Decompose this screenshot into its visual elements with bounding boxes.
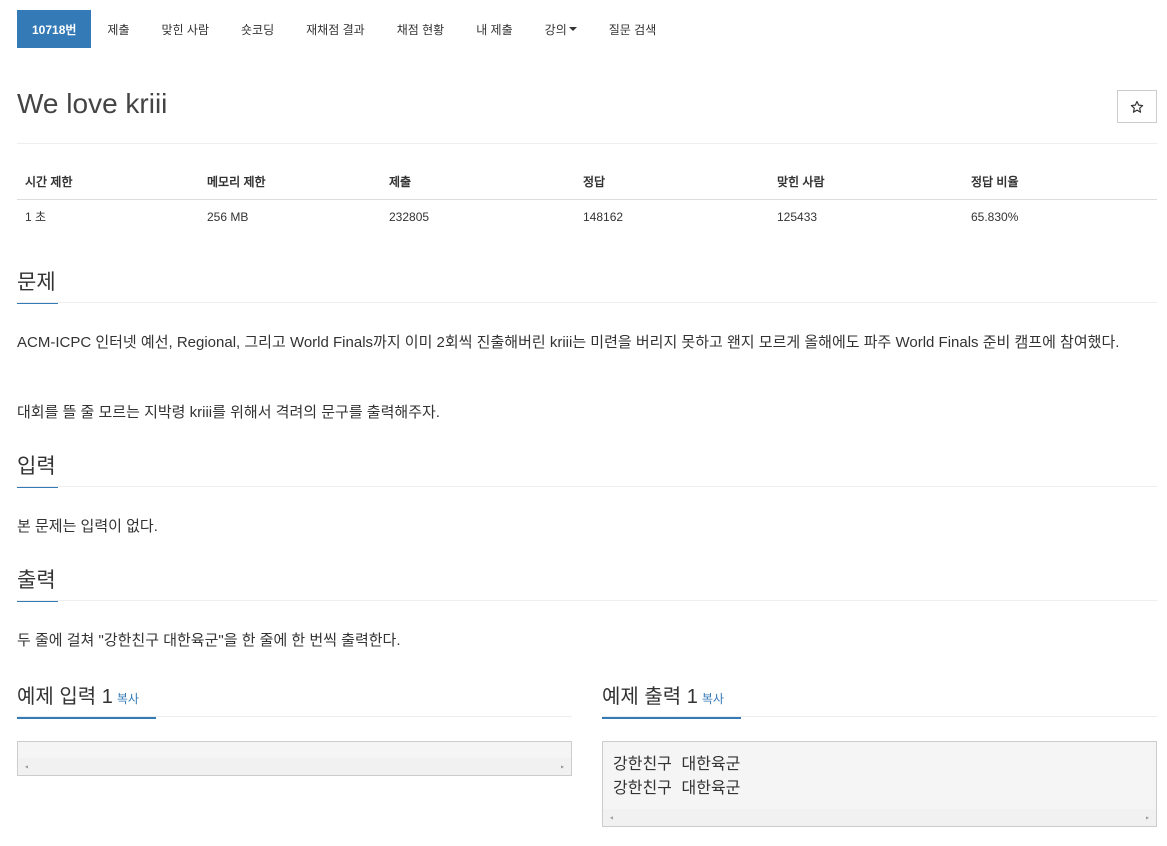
tab-rejudge-results[interactable]: 재채점 결과 — [290, 10, 381, 48]
tab-submit[interactable]: 제출 — [91, 10, 145, 48]
value-submissions: 232805 — [389, 209, 430, 224]
header-accept-ratio: 정답 비율 — [963, 164, 1157, 200]
horizontal-scrollbar[interactable]: ◂ ▸ — [18, 758, 571, 775]
section-divider — [17, 302, 1157, 303]
sample-input-content — [18, 742, 571, 752]
section-underline — [17, 717, 156, 719]
tab-judge-status[interactable]: 채점 현황 — [381, 10, 461, 48]
value-memory-limit: 256 MB — [207, 209, 249, 224]
section-title-output: 출력 — [17, 564, 58, 602]
input-description: 본 문제는 입력이 없다. — [17, 518, 158, 535]
star-icon — [1130, 100, 1144, 113]
sample-input-title-label: 예제 입력 1 — [17, 686, 113, 708]
section-divider — [17, 486, 1157, 487]
tab-short-coding[interactable]: 숏코딩 — [225, 10, 290, 48]
value-solved-users: 125433 — [777, 209, 818, 224]
header-submissions: 제출 — [381, 164, 575, 200]
tab-my-submissions[interactable]: 내 제출 — [460, 10, 528, 48]
header-time-limit: 시간 제한 — [17, 164, 199, 200]
scroll-left-icon[interactable]: ◂ — [24, 762, 29, 771]
sample-output-line: 강한친구 대한육군 — [613, 778, 741, 797]
table-row: 1 초 256 MB 232805 148162 125433 65.830% — [17, 199, 1157, 234]
section-underline — [602, 717, 741, 719]
horizontal-scrollbar[interactable]: ◂ ▸ — [603, 809, 1156, 826]
value-accept-ratio: 65.830% — [971, 209, 1019, 224]
copy-sample-output-button[interactable]: 복사 — [702, 692, 724, 706]
tab-solved-users[interactable]: 맞힌 사람 — [146, 10, 226, 48]
page-title: We love kriii — [17, 88, 168, 119]
header-memory-limit: 메모리 제한 — [199, 164, 381, 200]
copy-sample-input-button[interactable]: 복사 — [117, 692, 139, 706]
sample-output-content: 강한친구 대한육군 강한친구 대한육군 — [603, 742, 1156, 800]
scroll-right-icon[interactable]: ▸ — [560, 762, 565, 771]
tab-lectures-dropdown[interactable]: 강의 — [529, 10, 593, 48]
sample-input-box: ◂ ▸ — [17, 741, 572, 776]
section-divider — [602, 716, 1157, 717]
tab-question-search[interactable]: 질문 검색 — [593, 10, 673, 48]
value-time-limit: 1 초 — [25, 210, 47, 225]
sample-input-title: 예제 입력 1 복사 — [17, 680, 156, 719]
title-divider — [17, 143, 1157, 144]
sample-output-box: 강한친구 대한육군 강한친구 대한육군 ◂ ▸ — [602, 741, 1157, 827]
sample-output-line: 강한친구 대한육군 — [613, 754, 741, 773]
section-title-input-label: 입력 — [17, 455, 56, 478]
value-accepted: 148162 — [583, 209, 624, 224]
scroll-left-icon[interactable]: ◂ — [609, 813, 614, 822]
problem-description-paragraph: 대회를 뜰 줄 모르는 지박령 kriii를 위해서 격려의 문구를 출력해주자… — [17, 404, 440, 421]
section-title-problem-label: 문제 — [17, 271, 56, 294]
caret-down-icon — [568, 27, 577, 31]
output-description: 두 줄에 걸쳐 "강한친구 대한육군"을 한 줄에 한 번씩 출력한다. — [17, 632, 401, 649]
problem-nav: 10718번 제출 맞힌 사람 숏코딩 재채점 결과 채점 현황 내 제출 강의… — [17, 10, 672, 48]
tab-problem-number[interactable]: 10718번 — [17, 10, 92, 48]
header-accepted: 정답 — [575, 164, 769, 200]
sample-output-title: 예제 출력 1 복사 — [602, 680, 741, 719]
problem-info-table: 시간 제한 메모리 제한 제출 정답 맞힌 사람 정답 비율 1 초 256 M… — [17, 164, 1157, 234]
tab-lectures-label: 강의 — [544, 22, 567, 37]
section-title-problem: 문제 — [17, 266, 58, 304]
section-divider — [17, 716, 572, 717]
section-title-output-label: 출력 — [17, 569, 56, 592]
scroll-right-icon[interactable]: ▸ — [1145, 813, 1150, 822]
sample-output-title-label: 예제 출력 1 — [602, 686, 698, 708]
favorite-button[interactable] — [1117, 90, 1157, 123]
header-solved-users: 맞힌 사람 — [769, 164, 963, 200]
problem-description-paragraph: ACM-ICPC 인터넷 예선, Regional, 그리고 World Fin… — [17, 334, 1120, 351]
section-divider — [17, 600, 1157, 601]
table-header-row: 시간 제한 메모리 제한 제출 정답 맞힌 사람 정답 비율 — [17, 164, 1157, 200]
section-title-input: 입력 — [17, 450, 58, 488]
